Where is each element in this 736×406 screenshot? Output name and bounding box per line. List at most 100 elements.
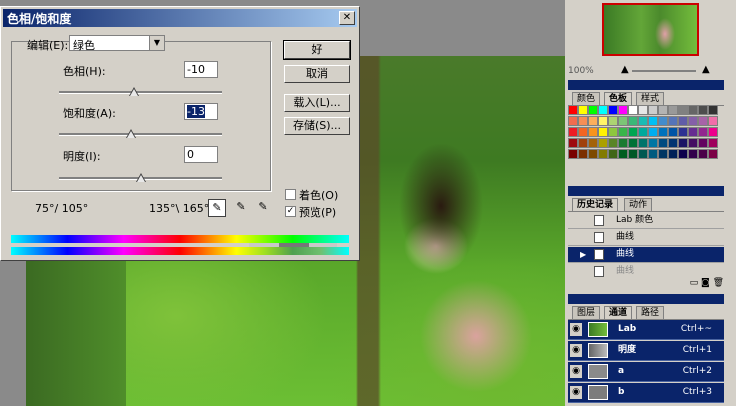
history-item[interactable]: 曲线 ▶ [568,247,724,263]
swatch[interactable] [688,127,698,137]
swatch[interactable] [608,105,618,115]
swatch[interactable] [588,105,598,115]
swatch[interactable] [568,105,578,115]
swatch[interactable] [708,116,718,126]
swatch[interactable] [648,149,658,159]
eye-icon[interactable]: ◉ [570,386,582,399]
swatch[interactable] [668,149,678,159]
channels-panel-header[interactable] [568,294,724,304]
history-tab-1[interactable]: 动作 [624,198,653,211]
hue-slider-thumb[interactable] [128,87,139,96]
swatch[interactable] [618,127,628,137]
eyedropper-icon[interactable]: ✎ [208,199,226,217]
swatch-tab-1[interactable]: 色板 [604,92,633,105]
swatch[interactable] [648,105,658,115]
hue-slider-track[interactable] [59,91,222,94]
swatch[interactable] [648,138,658,148]
swatch[interactable] [628,127,638,137]
close-button[interactable]: ✕ [339,11,355,25]
snapshot-icon[interactable]: ◙ [701,278,710,288]
trash-icon[interactable]: 🗑 [713,278,724,288]
swatch[interactable] [688,105,698,115]
swatch-tab-2[interactable]: 样式 [636,92,665,105]
swatch[interactable] [708,138,718,148]
preview-checkbox[interactable]: ✓ [285,206,296,217]
swatch[interactable] [668,127,678,137]
swatch[interactable] [598,149,608,159]
swatch[interactable] [588,116,598,126]
swatch[interactable] [598,127,608,137]
channel-row[interactable]: ◉ 明度 Ctrl+1 [568,341,724,361]
swatch[interactable] [628,105,638,115]
history-item[interactable]: 曲线 [568,230,724,246]
swatch[interactable] [708,127,718,137]
channel-tab-0[interactable]: 图层 [572,306,601,319]
swatch[interactable] [618,138,628,148]
swatch[interactable] [568,138,578,148]
swatch[interactable] [638,127,648,137]
history-panel-header[interactable] [568,186,724,196]
swatch[interactable] [608,127,618,137]
zoom-slider[interactable] [632,70,696,72]
swatch[interactable] [608,138,618,148]
swatch[interactable] [568,127,578,137]
swatch[interactable] [578,138,588,148]
cancel-button[interactable]: 取消 [284,65,350,83]
navigator-thumbnail[interactable] [602,3,699,56]
eye-icon[interactable]: ◉ [570,344,582,357]
swatch[interactable] [688,149,698,159]
load-button[interactable]: 载入(L)... [284,94,350,112]
swatch[interactable] [658,116,668,126]
swatch[interactable] [698,127,708,137]
dialog-titlebar[interactable]: 色相/饱和度 ✕ [3,9,357,27]
eye-icon[interactable]: ◉ [570,323,582,336]
swatch[interactable] [578,127,588,137]
swatch[interactable] [708,149,718,159]
swatch[interactable] [668,105,678,115]
swatch[interactable] [608,149,618,159]
channel-row[interactable]: ◉ b Ctrl+3 [568,383,724,403]
new-document-icon[interactable]: ▭ [690,278,699,288]
swatch[interactable] [588,127,598,137]
swatch[interactable] [658,138,668,148]
swatch[interactable] [658,127,668,137]
history-tab-0[interactable]: 历史记录 [572,198,619,211]
swatch[interactable] [698,138,708,148]
eye-icon[interactable]: ◉ [570,365,582,378]
channel-row[interactable]: ◉ Lab Ctrl+~ [568,320,724,340]
swatch[interactable] [578,149,588,159]
swatch[interactable] [698,149,708,159]
ok-button[interactable]: 好 [283,40,351,60]
swatch[interactable] [648,116,658,126]
lightness-input[interactable]: 0 [184,146,218,163]
history-item[interactable]: Lab 颜色 [568,213,724,229]
swatch[interactable] [708,105,718,115]
saturation-slider-thumb[interactable] [125,129,136,138]
swatch[interactable] [628,116,638,126]
swatch[interactable] [678,127,688,137]
swatch[interactable] [698,105,708,115]
eyedropper-minus-icon[interactable]: ✎ [254,199,272,217]
swatch[interactable] [588,149,598,159]
swatch[interactable] [618,116,628,126]
swatch[interactable] [678,116,688,126]
swatch[interactable] [598,116,608,126]
swatch[interactable] [578,105,588,115]
swatch[interactable] [678,138,688,148]
colorize-checkbox[interactable] [285,189,296,200]
swatch[interactable] [588,138,598,148]
swatch[interactable] [638,149,648,159]
zoom-out-icon[interactable]: ▲ [621,64,629,75]
swatch[interactable] [658,105,668,115]
swatch[interactable] [598,138,608,148]
swatch[interactable] [628,138,638,148]
channel-tab-1[interactable]: 通道 [604,306,633,319]
swatch[interactable] [658,149,668,159]
swatch[interactable] [638,138,648,148]
swatch[interactable] [668,138,678,148]
swatch[interactable] [578,116,588,126]
swatch[interactable] [628,149,638,159]
edit-channel-select[interactable]: 绿色 ▼ [69,35,165,52]
swatch[interactable] [678,149,688,159]
swatch[interactable] [618,149,628,159]
